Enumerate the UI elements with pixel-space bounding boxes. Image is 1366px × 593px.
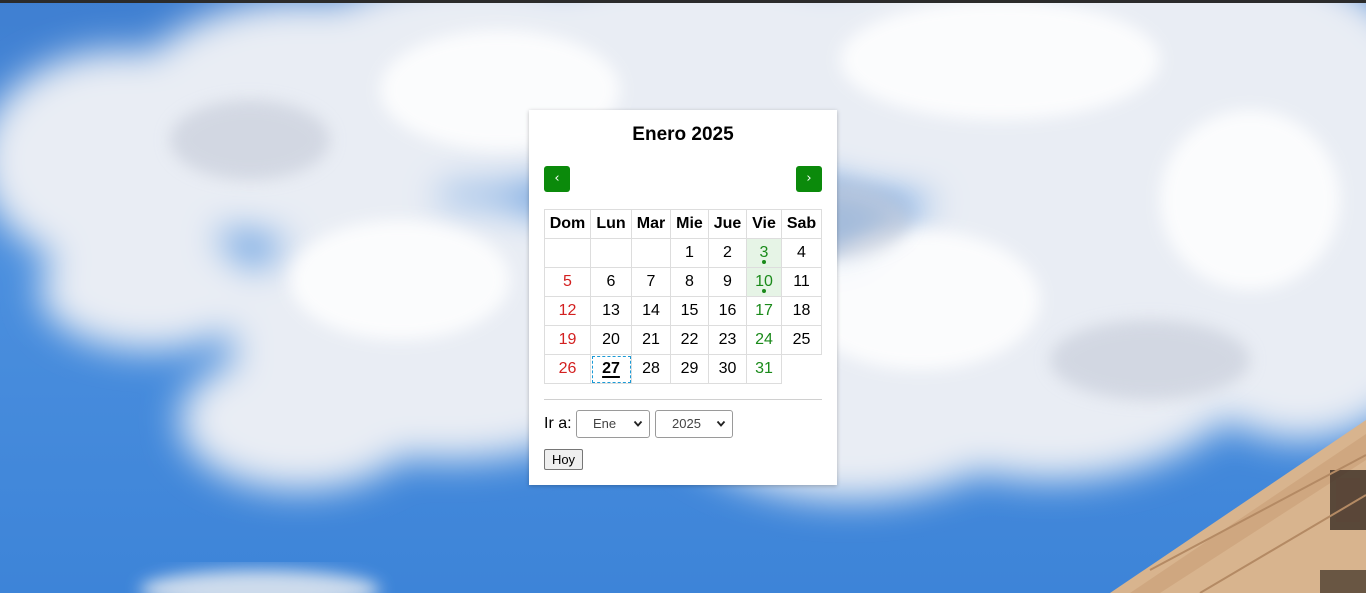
- month-select-value: Ene: [593, 416, 617, 431]
- calendar-day[interactable]: 19: [544, 325, 591, 355]
- year-select-value: 2025: [672, 416, 701, 431]
- calendar-day[interactable]: 7: [631, 267, 671, 297]
- calendar-day-event[interactable]: 3: [746, 238, 782, 268]
- calendar-widget: Enero 2025 ‹ › Dom Lun Mar Mie Jue Vie S…: [529, 110, 837, 485]
- calendar-day[interactable]: 30: [708, 354, 747, 384]
- calendar-day[interactable]: 12: [544, 296, 591, 326]
- calendar-day[interactable]: 20: [590, 325, 632, 355]
- calendar-day[interactable]: 4: [781, 238, 822, 268]
- calendar-day[interactable]: 23: [708, 325, 747, 355]
- calendar-day[interactable]: 28: [631, 354, 671, 384]
- calendar-day[interactable]: 8: [670, 267, 709, 297]
- chevron-down-icon: [716, 411, 726, 448]
- calendar-day-event[interactable]: 10: [746, 267, 782, 297]
- chevron-right-icon: ›: [806, 171, 812, 186]
- calendar-day[interactable]: 15: [670, 296, 709, 326]
- weekday-header: Lun: [590, 209, 632, 239]
- calendar-day-empty: [782, 355, 822, 384]
- calendar-grid: Dom Lun Mar Mie Jue Vie Sab 1 2 3 4 5 6 …: [544, 209, 822, 384]
- chevron-down-icon: [633, 411, 643, 448]
- weekday-header: Dom: [544, 209, 591, 239]
- calendar-week-row: 5 6 7 8 9 10 11: [544, 267, 822, 297]
- calendar-day[interactable]: 21: [631, 325, 671, 355]
- calendar-week-row: 1 2 3 4: [544, 238, 822, 268]
- divider: [544, 399, 822, 400]
- calendar-day[interactable]: 29: [670, 354, 709, 384]
- calendar-day-empty: [544, 238, 591, 268]
- calendar-day-empty: [631, 238, 671, 268]
- calendar-day[interactable]: 26: [544, 354, 591, 384]
- calendar-day[interactable]: 2: [708, 238, 747, 268]
- today-button[interactable]: Hoy: [544, 449, 583, 470]
- calendar-day[interactable]: 1: [670, 238, 709, 268]
- calendar-day[interactable]: 24: [746, 325, 782, 355]
- calendar-day[interactable]: 13: [590, 296, 632, 326]
- calendar-day[interactable]: 11: [781, 267, 822, 297]
- calendar-day-today[interactable]: 27: [590, 354, 632, 384]
- calendar-day[interactable]: 14: [631, 296, 671, 326]
- calendar-day[interactable]: 25: [781, 325, 822, 355]
- chevron-left-icon: ‹: [554, 171, 560, 186]
- prev-month-button[interactable]: ‹: [544, 166, 570, 192]
- calendar-week-row: 19 20 21 22 23 24 25: [544, 325, 822, 355]
- calendar-day[interactable]: 18: [781, 296, 822, 326]
- event-dot-icon: [762, 289, 766, 293]
- weekday-header: Mar: [631, 209, 671, 239]
- calendar-day[interactable]: 17: [746, 296, 782, 326]
- event-dot-icon: [762, 260, 766, 264]
- goto-label: Ir a:: [544, 415, 572, 432]
- calendar-day[interactable]: 5: [544, 267, 591, 297]
- building-image: [1110, 420, 1366, 593]
- top-bar: [0, 0, 1366, 3]
- year-select[interactable]: 2025: [655, 410, 733, 438]
- weekday-header: Vie: [746, 209, 782, 239]
- calendar-day[interactable]: 9: [708, 267, 747, 297]
- calendar-day[interactable]: 31: [746, 354, 782, 384]
- calendar-week-row: 26 27 28 29 30 31: [544, 354, 822, 384]
- weekday-header: Mie: [670, 209, 709, 239]
- weekday-header: Jue: [708, 209, 747, 239]
- calendar-title: Enero 2025: [632, 124, 734, 145]
- weekday-header: Sab: [781, 209, 822, 239]
- page-background: Enero 2025 ‹ › Dom Lun Mar Mie Jue Vie S…: [0, 0, 1366, 593]
- calendar-day[interactable]: 22: [670, 325, 709, 355]
- calendar-day[interactable]: 16: [708, 296, 747, 326]
- weekday-header-row: Dom Lun Mar Mie Jue Vie Sab: [544, 209, 822, 239]
- calendar-day[interactable]: 6: [590, 267, 632, 297]
- next-month-button[interactable]: ›: [796, 166, 822, 192]
- month-select[interactable]: Ene: [576, 410, 650, 438]
- calendar-day-empty: [590, 238, 632, 268]
- calendar-week-row: 12 13 14 15 16 17 18: [544, 296, 822, 326]
